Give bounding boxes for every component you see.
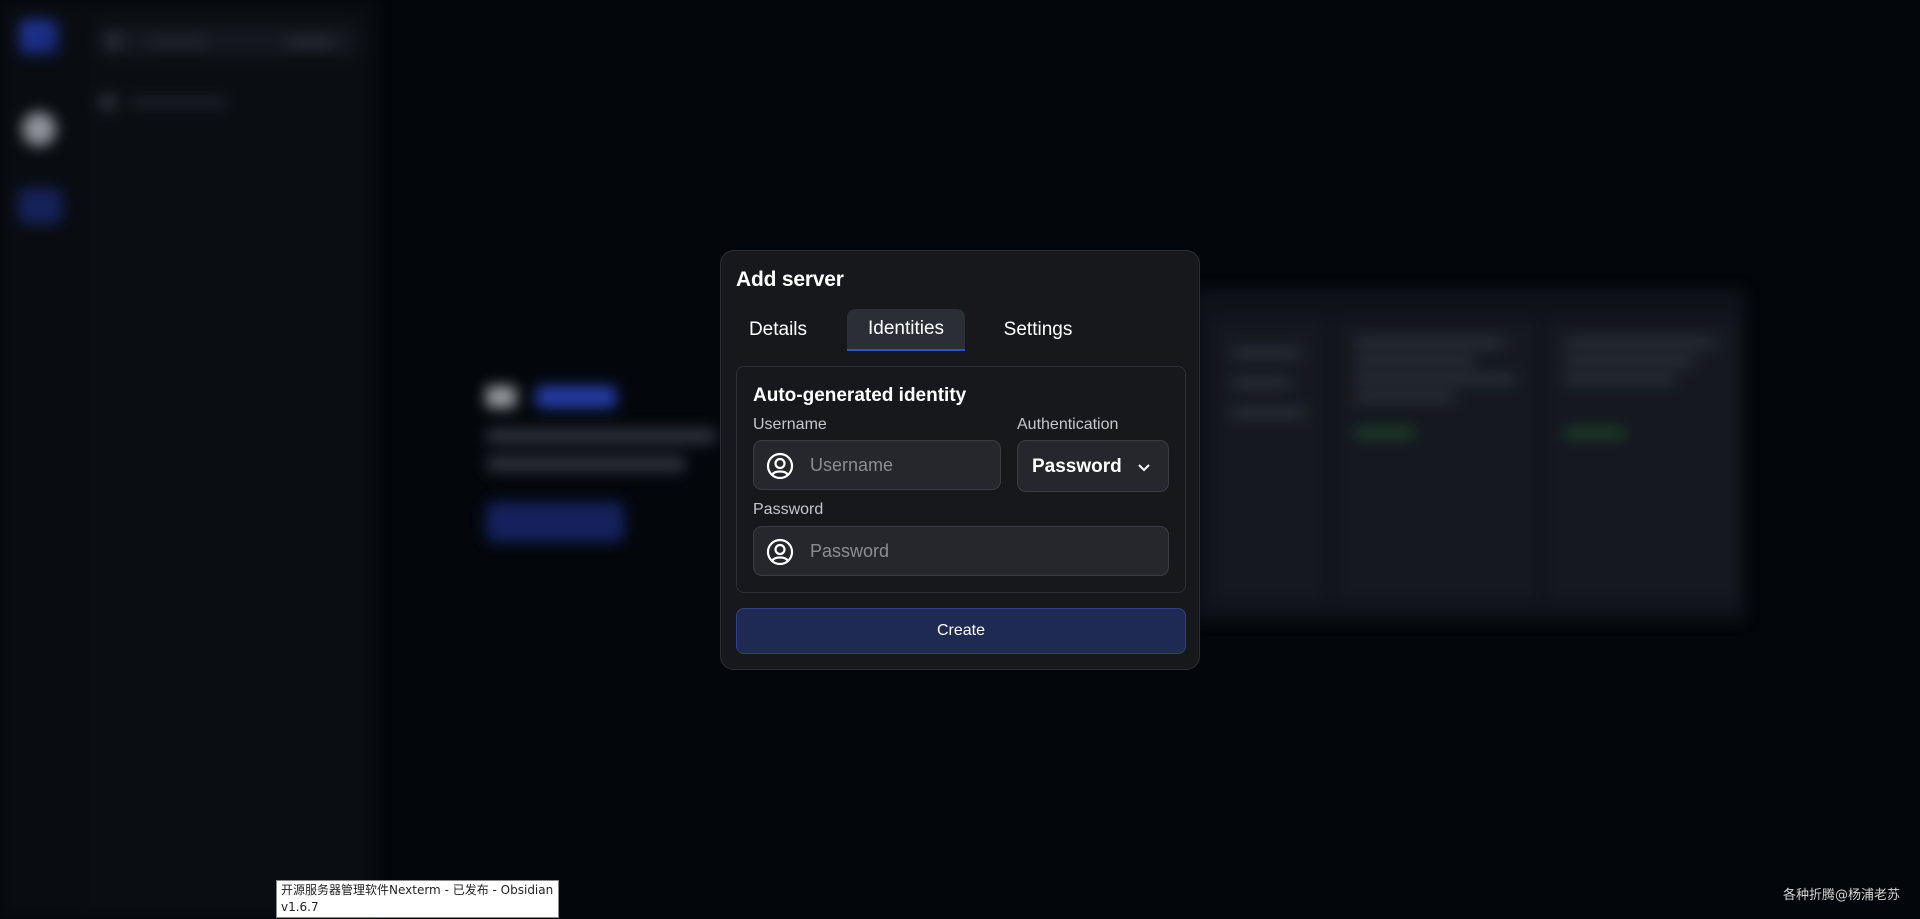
authentication-selected-value: Password <box>1032 456 1122 477</box>
window-tooltip: 开源服务器管理软件Nexterm - 已发布 - Obsidian v1.6.7 <box>276 880 559 918</box>
password-label: Password <box>753 501 824 518</box>
tab-identities[interactable]: Identities <box>847 309 965 351</box>
create-button[interactable]: Create <box>736 608 1186 654</box>
background-preview-image <box>1195 290 1745 620</box>
chevron-down-icon <box>1138 464 1150 472</box>
background-welcome-text <box>486 428 716 444</box>
password-field[interactable] <box>753 526 1169 576</box>
tooltip-title: 开源服务器管理软件Nexterm - 已发布 - Obsidian <box>281 883 554 897</box>
user-circle-icon <box>766 538 794 566</box>
servers-panel <box>86 0 376 919</box>
watermark-text: 各种折腾@杨浦老苏 <box>1782 888 1900 903</box>
tab-settings[interactable]: Settings <box>989 309 1087 351</box>
identity-card: Auto-generated identity Username Authent… <box>736 366 1186 593</box>
password-input[interactable] <box>808 527 1158 575</box>
background-welcome-heading <box>486 380 636 410</box>
background-welcome-button <box>486 502 624 542</box>
app-logo <box>20 20 58 54</box>
username-input[interactable] <box>808 441 990 489</box>
username-field[interactable] <box>753 440 1001 490</box>
user-circle-icon <box>766 452 794 480</box>
authentication-select[interactable]: Password <box>1017 440 1169 492</box>
background-search-bar <box>98 26 356 56</box>
add-server-dialog: Add server Details Identities Settings A… <box>720 250 1200 670</box>
authentication-label: Authentication <box>1017 416 1119 433</box>
identity-title: Auto-generated identity <box>753 385 967 406</box>
nav-rail <box>0 0 86 919</box>
tooltip-version: v1.6.7 <box>281 900 319 914</box>
background-folder-row <box>100 92 250 112</box>
dialog-title: Add server <box>736 268 844 291</box>
username-label: Username <box>753 416 827 433</box>
rail-nav-icon <box>22 112 56 146</box>
background-welcome-text <box>486 456 686 472</box>
rail-active-item <box>18 188 62 224</box>
tab-details[interactable]: Details <box>738 309 818 351</box>
